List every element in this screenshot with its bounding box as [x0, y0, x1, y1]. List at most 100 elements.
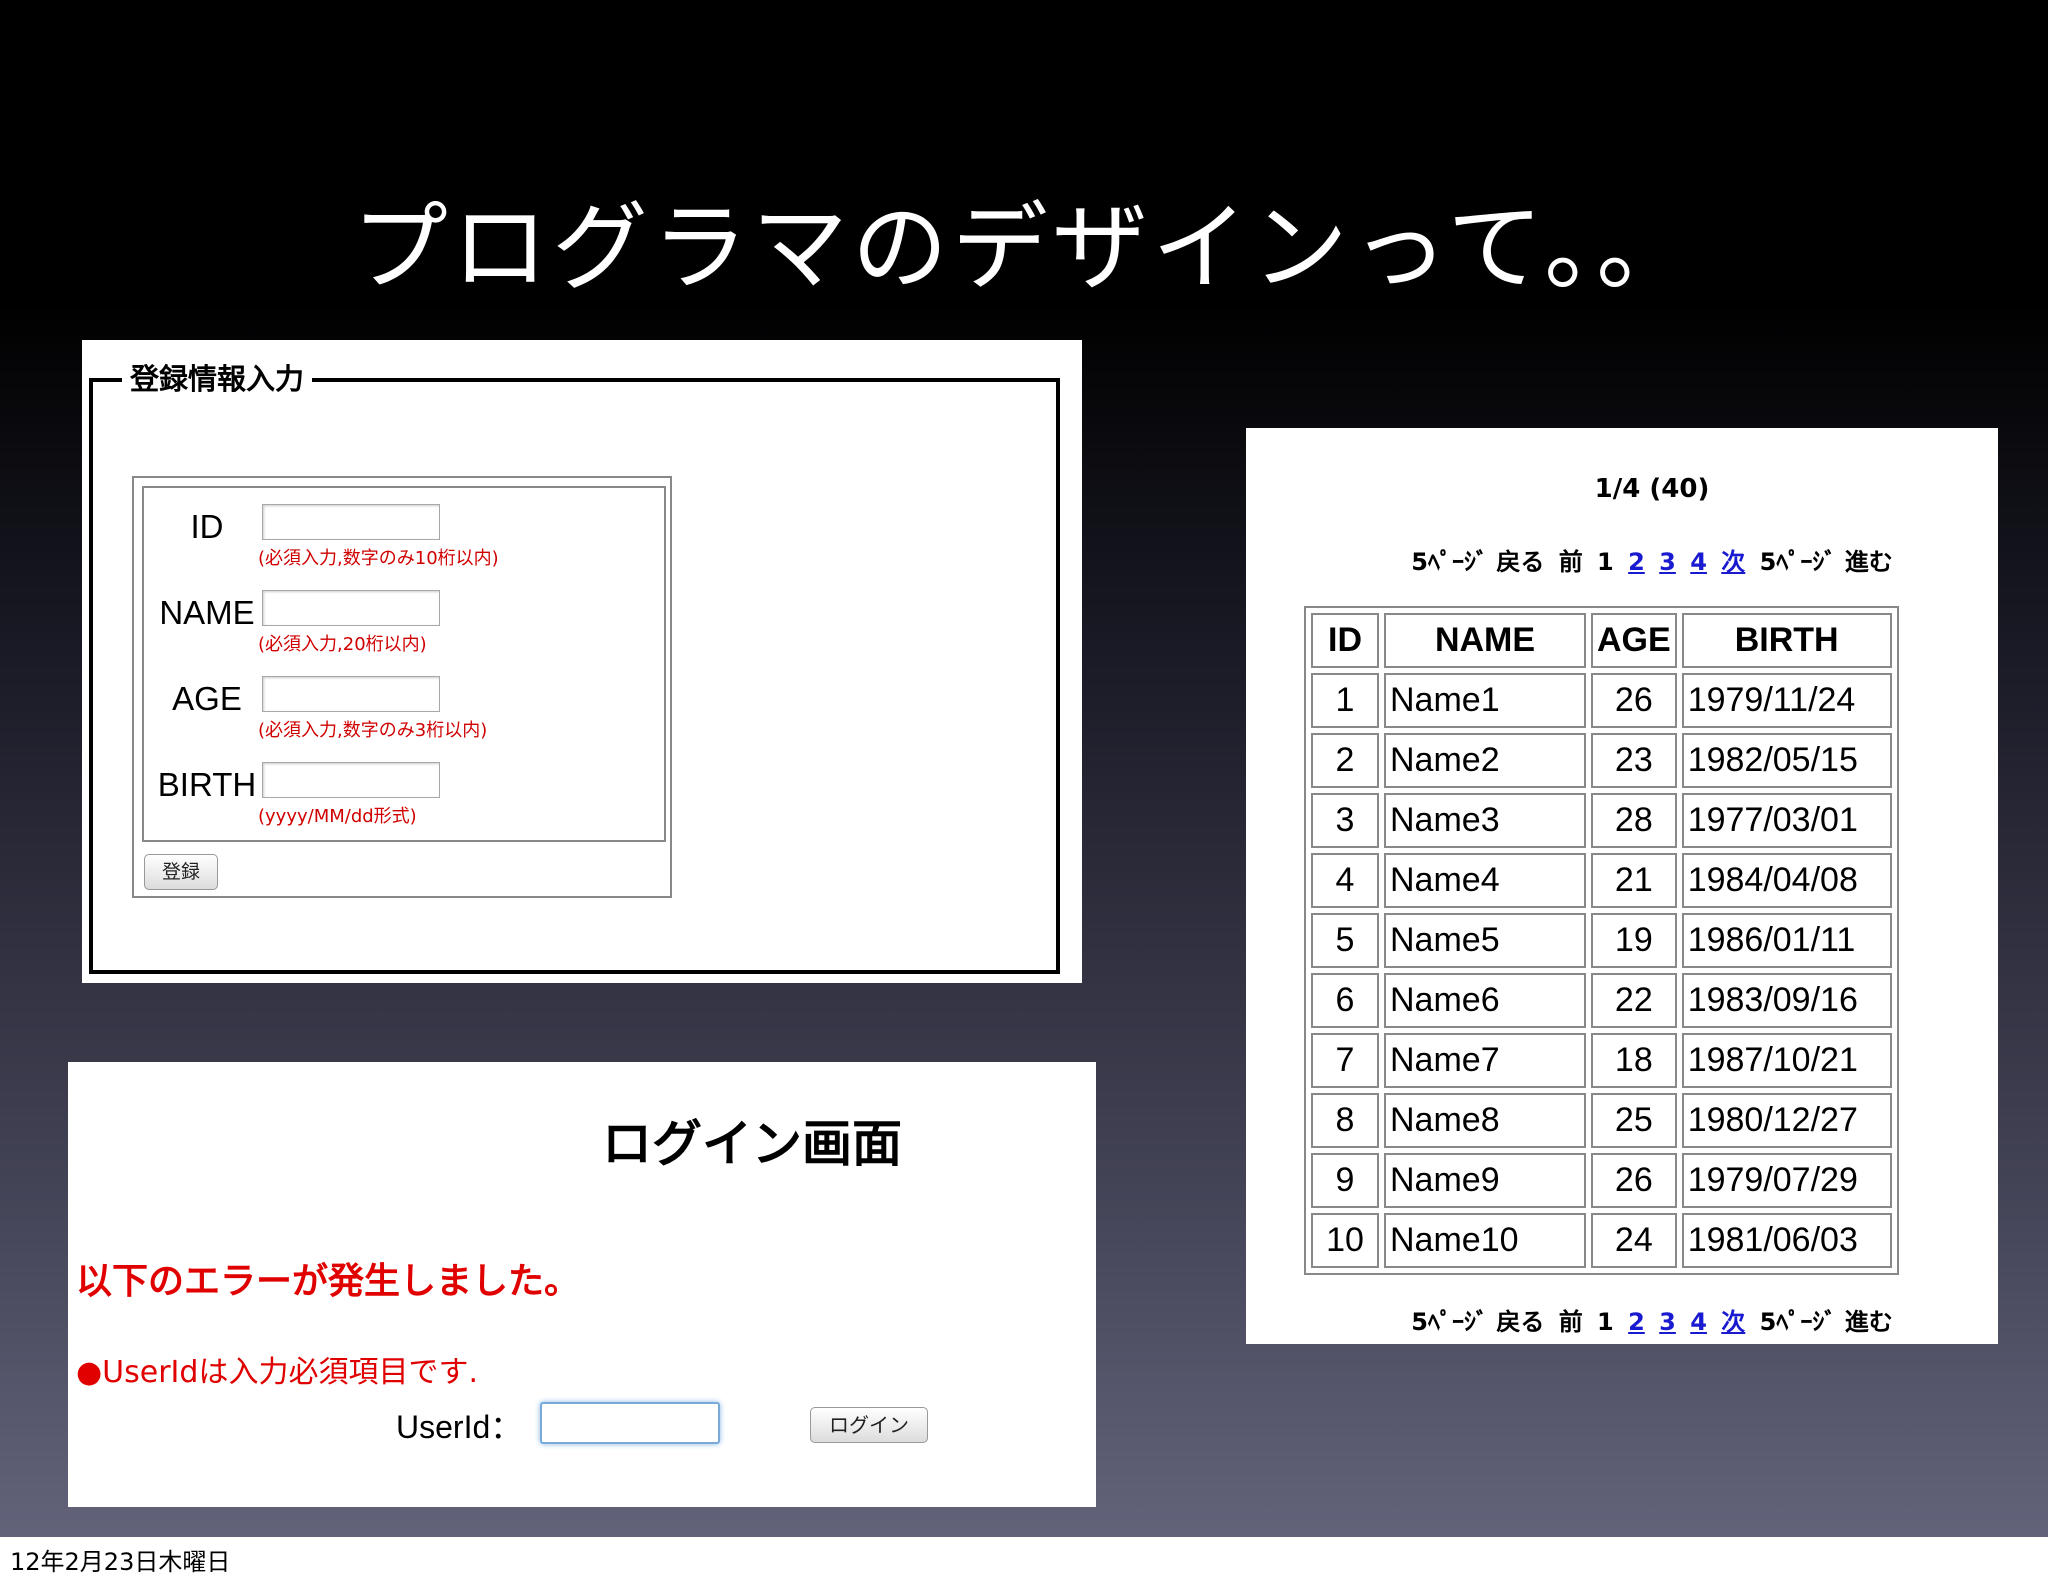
- id-cell: 3: [1311, 793, 1379, 848]
- pager-bottom: 5ﾍﾟｰｼﾞ 戻る 前 1 2 3 4 次 5ﾍﾟｰｼﾞ 進む: [1246, 1302, 1998, 1337]
- table-row: 8 Name8 25 1980/12/27: [1311, 1093, 1892, 1148]
- table-row: 5 Name5 19 1986/01/11: [1311, 913, 1892, 968]
- birth-cell: 1983/09/16: [1681, 973, 1892, 1028]
- prev-page-link[interactable]: 前: [1559, 1308, 1583, 1336]
- birth-cell: 1977/03/01: [1681, 793, 1892, 848]
- page-2-link[interactable]: 2: [1628, 1308, 1645, 1336]
- birth-cell: 1984/04/08: [1681, 853, 1892, 908]
- registration-form-screenshot: 登録情報入力 ID (必須入力,数字のみ10桁以内) NAME (必須入力,20…: [82, 340, 1082, 983]
- column-header-birth: BIRTH: [1681, 613, 1892, 668]
- birth-cell: 1987/10/21: [1681, 1033, 1892, 1088]
- birth-cell: 1979/11/24: [1681, 673, 1892, 728]
- next-5-pages-link[interactable]: 5ﾍﾟｰｼﾞ 進む: [1760, 548, 1893, 576]
- register-button[interactable]: 登録: [144, 854, 218, 890]
- age-cell: 23: [1591, 733, 1677, 788]
- pager-top: 5ﾍﾟｰｼﾞ 戻る 前 1 2 3 4 次 5ﾍﾟｰｼﾞ 進む: [1246, 542, 1998, 577]
- id-cell: 5: [1311, 913, 1379, 968]
- page-3-link[interactable]: 3: [1659, 548, 1676, 576]
- page-1: 1: [1597, 548, 1614, 576]
- prev-5-pages-link[interactable]: 5ﾍﾟｰｼﾞ 戻る: [1411, 1308, 1544, 1336]
- data-table: ID NAME AGE BIRTH 1 Name1 26 1979/11/24 2 Nam…: [1304, 606, 1899, 1275]
- name-cell: Name9: [1384, 1153, 1586, 1208]
- prev-page-link[interactable]: 前: [1559, 548, 1583, 576]
- id-cell: 2: [1311, 733, 1379, 788]
- column-header-id: ID: [1311, 613, 1379, 668]
- table-body: 1 Name1 26 1979/11/24 2 Name2 23 1982/05/15 3 Nam…: [1311, 673, 1892, 1268]
- birth-cell: 1980/12/27: [1681, 1093, 1892, 1148]
- name-cell: Name1: [1384, 673, 1586, 728]
- page-3-link[interactable]: 3: [1659, 1308, 1676, 1336]
- birth-cell: 1981/06/03: [1681, 1213, 1892, 1268]
- table-row: 3 Name3 28 1977/03/01: [1311, 793, 1892, 848]
- registration-legend: 登録情報入力: [122, 356, 313, 398]
- birth-cell: 1979/07/29: [1681, 1153, 1892, 1208]
- id-cell: 9: [1311, 1153, 1379, 1208]
- id-cell: 10: [1311, 1213, 1379, 1268]
- name-cell: Name5: [1384, 913, 1586, 968]
- next-page-link[interactable]: 次: [1721, 548, 1745, 576]
- table-row: 6 Name6 22 1983/09/16: [1311, 973, 1892, 1028]
- id-input[interactable]: [262, 504, 440, 540]
- page-4-link[interactable]: 4: [1690, 1308, 1707, 1336]
- birth-label: BIRTH: [157, 766, 257, 803]
- next-5-pages-link[interactable]: 5ﾍﾟｰｼﾞ 進む: [1760, 1308, 1893, 1336]
- registration-field-table: ID (必須入力,数字のみ10桁以内) NAME (必須入力,20桁以内) AG…: [142, 486, 666, 842]
- slide-title: プログラマのデザインって。。: [351, 192, 1697, 304]
- birth-cell: 1982/05/15: [1681, 733, 1892, 788]
- age-label: AGE: [172, 680, 242, 717]
- list-screenshot: 1/4 (40) 5ﾍﾟｰｼﾞ 戻る 前 1 2 3 4 次 5ﾍﾟｰｼﾞ 進む…: [1246, 428, 1998, 1344]
- table-row: 9 Name9 26 1979/07/29: [1311, 1153, 1892, 1208]
- page-4-link[interactable]: 4: [1690, 548, 1707, 576]
- birth-cell: 1986/01/11: [1681, 913, 1892, 968]
- table-row: 10 Name10 24 1981/06/03: [1311, 1213, 1892, 1268]
- name-cell: Name8: [1384, 1093, 1586, 1148]
- age-cell: 24: [1591, 1213, 1677, 1268]
- footer-date: 12年2月23日木曜日: [10, 1548, 231, 1576]
- next-page-link[interactable]: 次: [1721, 1308, 1745, 1336]
- name-cell: Name7: [1384, 1033, 1586, 1088]
- name-cell: Name6: [1384, 973, 1586, 1028]
- page-1: 1: [1597, 1308, 1614, 1336]
- prev-5-pages-link[interactable]: 5ﾍﾟｰｼﾞ 戻る: [1411, 548, 1544, 576]
- id-cell: 8: [1311, 1093, 1379, 1148]
- userid-input[interactable]: [540, 1402, 720, 1444]
- id-cell: 6: [1311, 973, 1379, 1028]
- table-row: 4 Name4 21 1984/04/08: [1311, 853, 1892, 908]
- age-input[interactable]: [262, 676, 440, 712]
- login-screenshot: ログイン画面 以下のエラーが発生しました。 ●UserIdは入力必須項目です. …: [68, 1062, 1096, 1507]
- id-cell: 1: [1311, 673, 1379, 728]
- age-cell: 22: [1591, 973, 1677, 1028]
- registration-form-frame: ID (必須入力,数字のみ10桁以内) NAME (必須入力,20桁以内) AG…: [132, 476, 672, 898]
- slide-background: プログラマのデザインって。。 登録情報入力 ID (必須入力,数字のみ10桁以内…: [0, 0, 2048, 1537]
- birth-hint: (yyyy/MM/dd形式): [258, 806, 417, 827]
- age-cell: 28: [1591, 793, 1677, 848]
- column-header-age: AGE: [1591, 613, 1677, 668]
- id-cell: 7: [1311, 1033, 1379, 1088]
- age-cell: 26: [1591, 1153, 1677, 1208]
- age-cell: 21: [1591, 853, 1677, 908]
- login-error-heading: 以下のエラーが発生しました。: [76, 1261, 581, 1302]
- userid-label: UserId：: [396, 1409, 523, 1445]
- login-error-message: ●UserIdは入力必須項目です.: [76, 1355, 478, 1390]
- name-cell: Name10: [1384, 1213, 1586, 1268]
- name-input[interactable]: [262, 590, 440, 626]
- name-cell: Name3: [1384, 793, 1586, 848]
- name-cell: Name4: [1384, 853, 1586, 908]
- column-header-name: NAME: [1384, 613, 1586, 668]
- table-header-row: ID NAME AGE BIRTH: [1311, 613, 1892, 668]
- table-row: 7 Name7 18 1987/10/21: [1311, 1033, 1892, 1088]
- id-hint: (必須入力,数字のみ10桁以内): [258, 548, 499, 569]
- id-label: ID: [190, 508, 224, 545]
- page-2-link[interactable]: 2: [1628, 548, 1645, 576]
- login-button[interactable]: ログイン: [810, 1407, 928, 1443]
- age-cell: 25: [1591, 1093, 1677, 1148]
- table-row: 2 Name2 23 1982/05/15: [1311, 733, 1892, 788]
- name-hint: (必須入力,20桁以内): [258, 634, 427, 655]
- page-summary: 1/4 (40): [1594, 474, 1710, 504]
- name-cell: Name2: [1384, 733, 1586, 788]
- login-title: ログイン画面: [602, 1115, 902, 1173]
- birth-input[interactable]: [262, 762, 440, 798]
- name-label: NAME: [159, 594, 255, 631]
- age-cell: 18: [1591, 1033, 1677, 1088]
- age-hint: (必須入力,数字のみ3桁以内): [258, 720, 488, 741]
